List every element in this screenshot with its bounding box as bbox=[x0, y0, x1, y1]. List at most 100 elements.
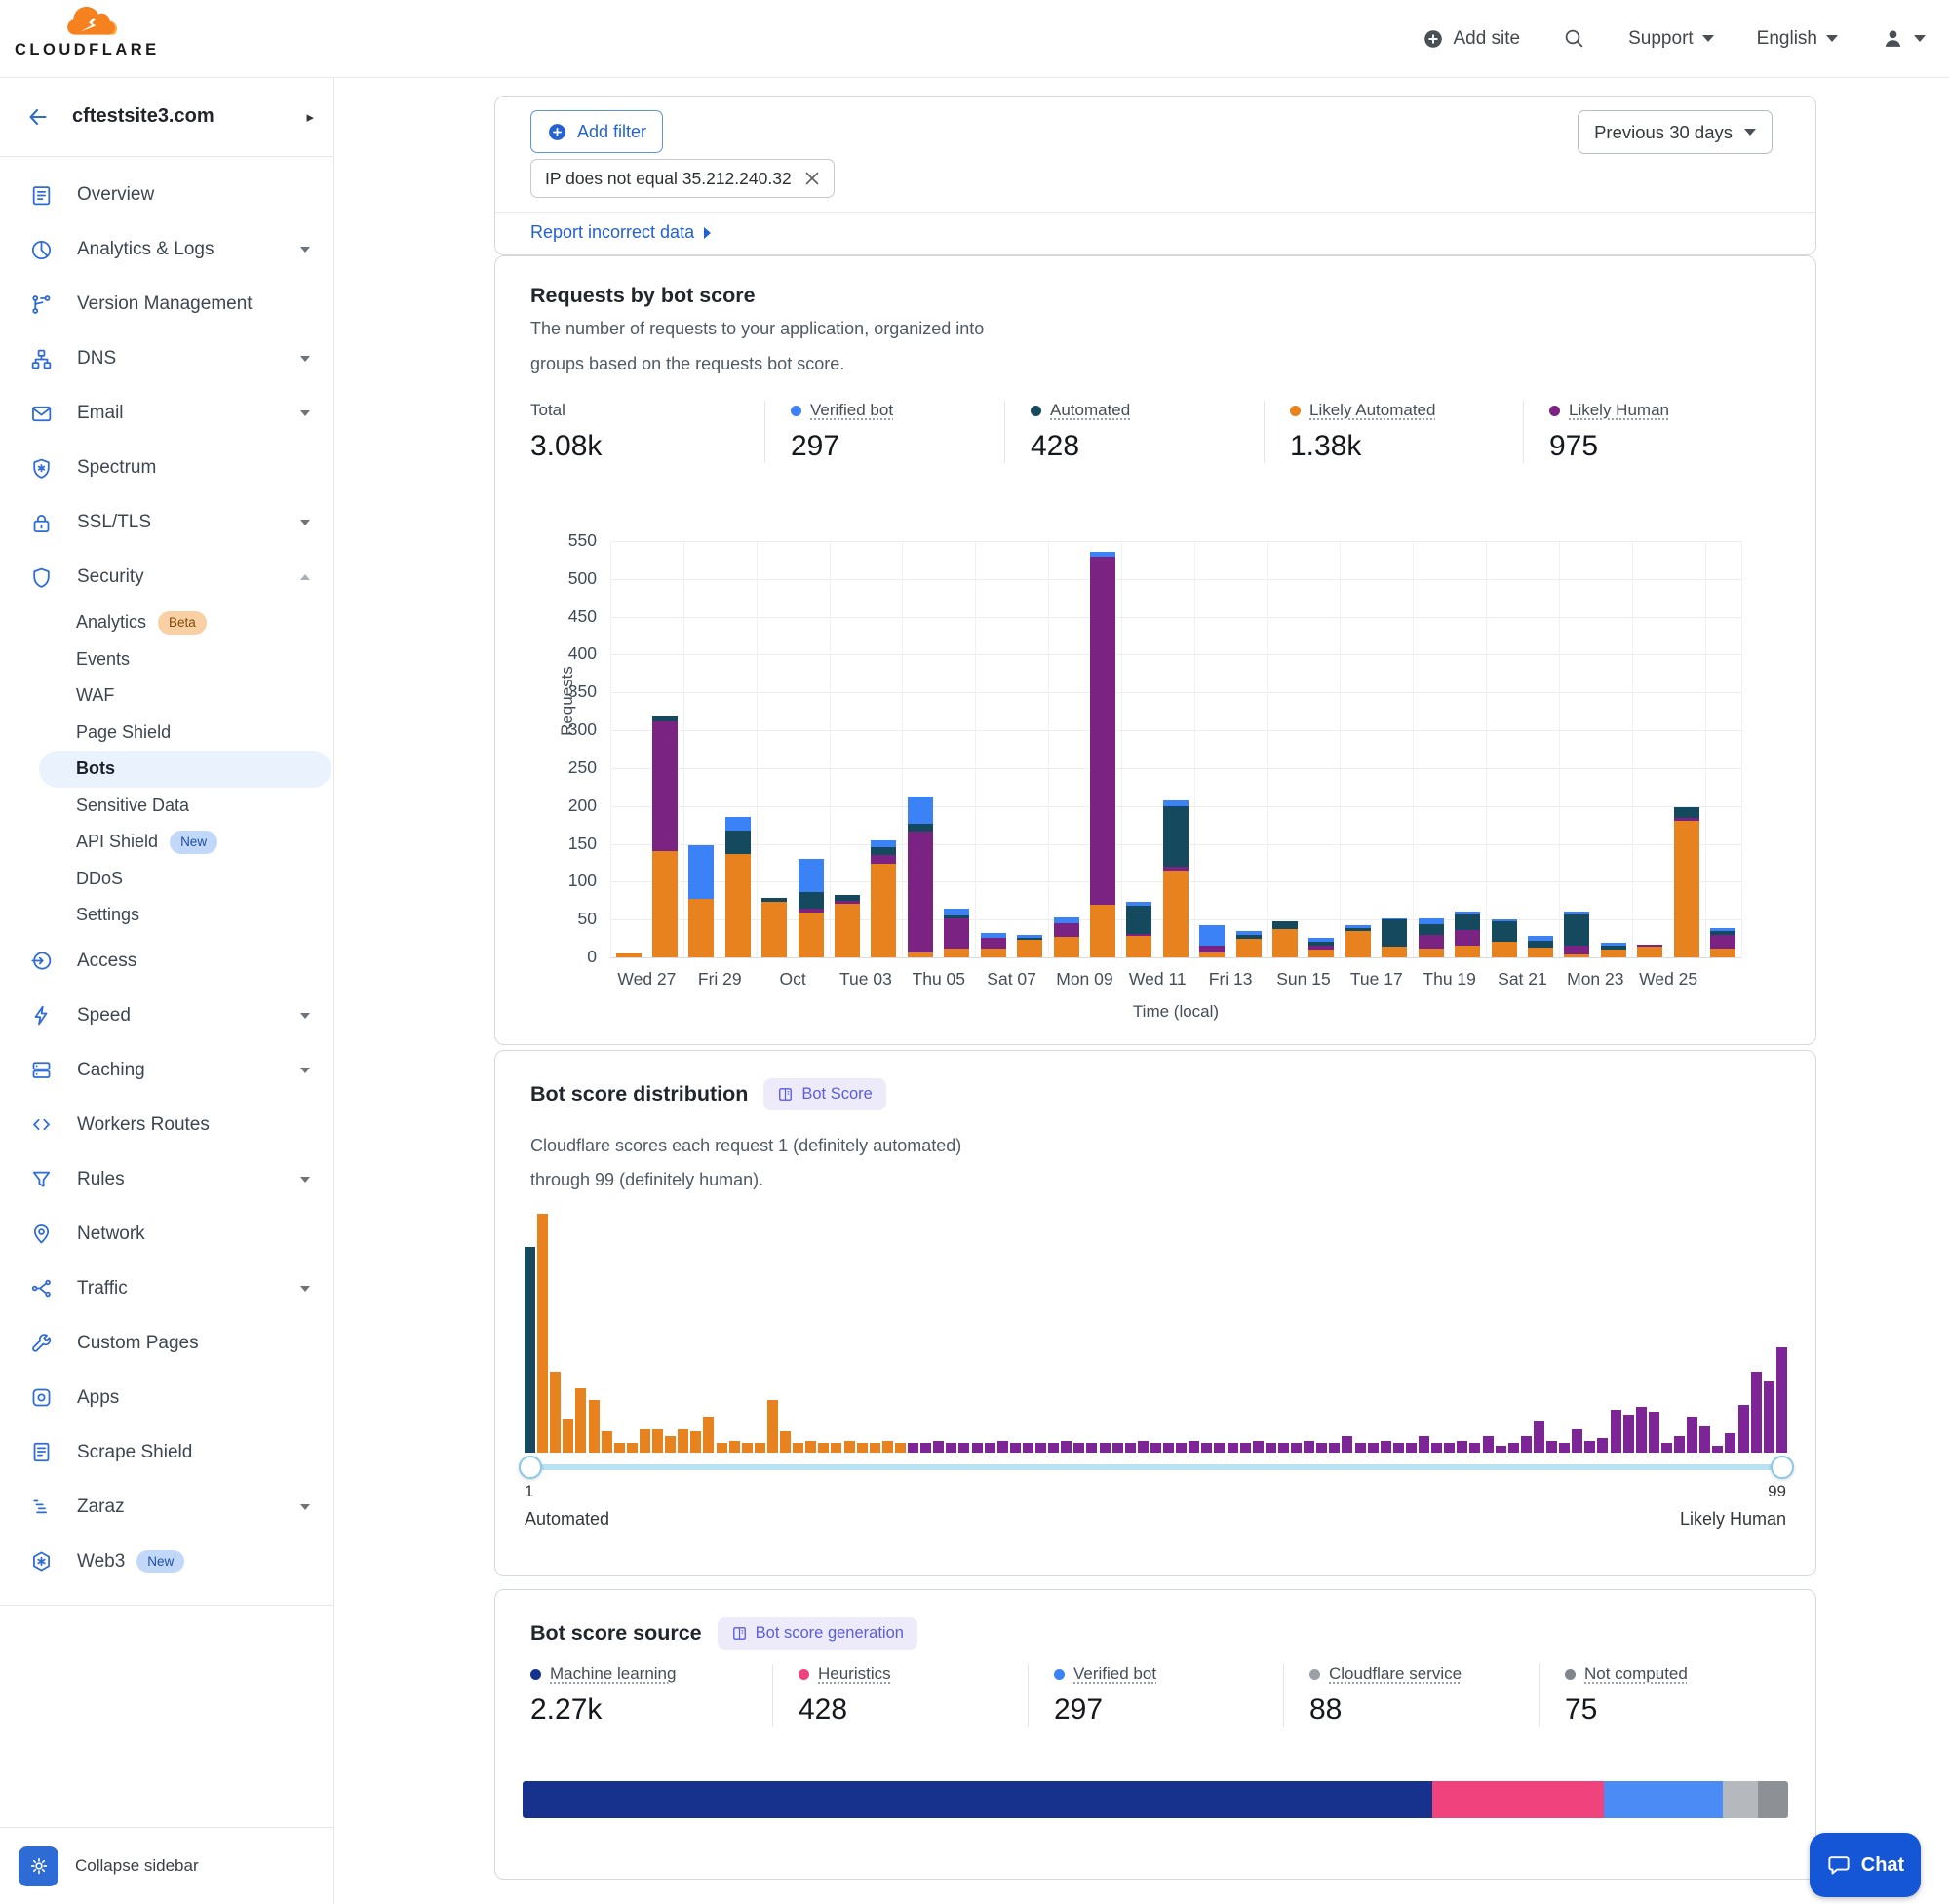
histogram-bar-score-88 bbox=[1636, 1407, 1647, 1453]
bar-segment-verified-bot bbox=[1017, 935, 1042, 938]
sidebar-item-rules[interactable]: Rules bbox=[0, 1152, 333, 1207]
bar-segment-likely-automated bbox=[944, 949, 969, 957]
bar-segment-verified-bot bbox=[871, 840, 896, 847]
histogram-bar-score-29 bbox=[882, 1441, 893, 1453]
sidebar-item-web3[interactable]: Web3New bbox=[0, 1535, 333, 1589]
sidebar-item-api-shield[interactable]: API ShieldNew bbox=[0, 824, 333, 861]
sidebar-item-version-management[interactable]: Version Management bbox=[0, 277, 333, 331]
histogram-bar-score-89 bbox=[1649, 1412, 1659, 1453]
histogram-bar-score-6 bbox=[589, 1400, 600, 1453]
y-axis-tick-label: 550 bbox=[536, 530, 597, 551]
sidebar-item-bots[interactable]: Bots bbox=[39, 751, 331, 788]
sidebar-item-caching[interactable]: Caching bbox=[0, 1043, 333, 1098]
sidebar-item-apps[interactable]: Apps bbox=[0, 1371, 333, 1425]
sidebar-item-security[interactable]: Security bbox=[0, 550, 333, 604]
sidebar-item-spectrum[interactable]: Spectrum bbox=[0, 441, 333, 495]
legend-dot bbox=[1549, 406, 1560, 416]
histogram-bar-score-31 bbox=[908, 1443, 918, 1453]
sidebar-item-scrape-shield[interactable]: Scrape Shield bbox=[0, 1425, 333, 1480]
bar-segment-verified-bot bbox=[1199, 925, 1225, 946]
bar-segment-verified-bot bbox=[908, 797, 933, 823]
stat-label: Verified bot bbox=[791, 401, 1004, 420]
legend-dot bbox=[1309, 1669, 1320, 1680]
sidebar-item-ddos[interactable]: DDoS bbox=[0, 861, 333, 898]
sidebar-item-label: Overview bbox=[77, 184, 310, 206]
legend-dot bbox=[1565, 1669, 1576, 1680]
bar-segment-likely-automated bbox=[799, 913, 824, 957]
sidebar-item-label: Apps bbox=[77, 1387, 310, 1409]
filter-chip[interactable]: IP does not equal 35.212.240.32 bbox=[530, 159, 835, 198]
collapse-sidebar-label[interactable]: Collapse sidebar bbox=[75, 1856, 199, 1876]
bar-segment-likely-human bbox=[1054, 923, 1079, 937]
histogram-bar-score-96 bbox=[1738, 1405, 1749, 1453]
histogram-bar-score-77 bbox=[1496, 1446, 1506, 1453]
histogram-bar-score-1 bbox=[525, 1247, 535, 1453]
bot-score-generation-badge[interactable]: Bot score generation bbox=[718, 1617, 917, 1650]
bar-segment-automated bbox=[1236, 935, 1262, 940]
bar-segment-automated bbox=[1345, 928, 1371, 930]
sidebar-item-custom-pages[interactable]: Custom Pages bbox=[0, 1316, 333, 1371]
stat-verified-bot: Verified bot297 bbox=[764, 401, 1004, 463]
sidebar-item-zaraz[interactable]: Zaraz bbox=[0, 1480, 333, 1535]
bar-segment-likely-automated bbox=[1674, 821, 1699, 957]
sidebar-item-dns[interactable]: DNS bbox=[0, 331, 333, 386]
sidebar-item-events[interactable]: Events bbox=[0, 641, 333, 679]
sidebar-item-sensitive-data[interactable]: Sensitive Data bbox=[0, 788, 333, 825]
back-arrow-icon[interactable] bbox=[25, 105, 51, 129]
sidebar-item-network[interactable]: Network bbox=[0, 1207, 333, 1262]
gridline bbox=[902, 541, 903, 957]
zaraz-icon bbox=[29, 1495, 54, 1519]
sidebar-item-analytics-logs[interactable]: Analytics & Logs bbox=[0, 222, 333, 277]
stat-label-text: Total bbox=[530, 401, 565, 420]
histogram-bar-score-58 bbox=[1253, 1441, 1264, 1453]
sidebar-item-overview[interactable]: Overview bbox=[0, 168, 333, 222]
chevron-down-icon bbox=[300, 410, 310, 416]
histogram-bar-score-45 bbox=[1086, 1443, 1097, 1453]
sidebar-item-label: DNS bbox=[77, 348, 300, 369]
sidebar-nav: Overview Analytics & LogsVersion Manageme… bbox=[0, 157, 333, 1606]
bar-segment-automated bbox=[1017, 938, 1042, 940]
histogram-bar-score-64 bbox=[1329, 1443, 1340, 1453]
settings-gear-button[interactable] bbox=[19, 1846, 58, 1886]
sidebar-item-settings[interactable]: Settings bbox=[0, 897, 333, 934]
sidebar-item-page-shield[interactable]: Page Shield bbox=[0, 715, 333, 752]
bar-segment-verified-bot bbox=[1090, 552, 1115, 557]
histogram-bar-score-37 bbox=[985, 1443, 995, 1453]
search-button[interactable] bbox=[1563, 27, 1585, 50]
sidebar-item-speed[interactable]: Speed bbox=[0, 989, 333, 1043]
bar-segment-automated bbox=[1710, 931, 1735, 935]
sidebar-item-waf[interactable]: WAF bbox=[0, 678, 333, 715]
bar-segment-automated bbox=[908, 824, 933, 833]
bar-segment-automated bbox=[761, 898, 787, 903]
account-menu[interactable] bbox=[1881, 26, 1926, 51]
date-range-dropdown[interactable]: Previous 30 days bbox=[1578, 110, 1773, 154]
bar-segment-verified-bot bbox=[1236, 931, 1262, 935]
bot-score-generation-badge-label: Bot score generation bbox=[756, 1624, 904, 1643]
site-caret-icon[interactable]: ▸ bbox=[306, 108, 314, 126]
bar-segment-likely-automated bbox=[1419, 949, 1444, 957]
add-filter-button[interactable]: Add filter bbox=[530, 110, 663, 153]
sidebar-item-label: Caching bbox=[77, 1060, 300, 1081]
sidebar: cftestsite3.com ▸ Overview Analytics & Lo… bbox=[0, 77, 334, 1904]
sidebar-item-traffic[interactable]: Traffic bbox=[0, 1262, 333, 1316]
sidebar-item-email[interactable]: Email bbox=[0, 386, 333, 441]
close-icon[interactable] bbox=[804, 171, 820, 186]
score-slider-track[interactable] bbox=[525, 1464, 1788, 1470]
sidebar-item-workers-routes[interactable]: Workers Routes bbox=[0, 1098, 333, 1152]
chat-button[interactable]: Chat bbox=[1810, 1833, 1921, 1897]
sidebar-item-access[interactable]: Access bbox=[0, 934, 333, 989]
bar-segment-verified-bot bbox=[1528, 936, 1553, 941]
sidebar-item-analytics[interactable]: AnalyticsBeta bbox=[0, 604, 333, 641]
histogram-bar-score-9 bbox=[627, 1443, 638, 1453]
score-slider-knob-max[interactable] bbox=[1771, 1456, 1794, 1479]
sidebar-item-ssl-tls[interactable]: SSL/TLS bbox=[0, 495, 333, 550]
site-selector-row[interactable]: cftestsite3.com ▸ bbox=[0, 77, 333, 157]
add-site-button[interactable]: Add site bbox=[1423, 28, 1520, 50]
support-menu[interactable]: Support bbox=[1628, 28, 1714, 50]
bar-segment-automated bbox=[1308, 942, 1334, 946]
language-menu[interactable]: English bbox=[1757, 28, 1838, 50]
report-incorrect-data-link[interactable]: Report incorrect data bbox=[530, 222, 711, 243]
sidebar-subitem-label: Analytics bbox=[76, 612, 146, 633]
bar-segment-likely-human bbox=[944, 918, 969, 950]
score-slider-knob-min[interactable] bbox=[519, 1456, 542, 1479]
